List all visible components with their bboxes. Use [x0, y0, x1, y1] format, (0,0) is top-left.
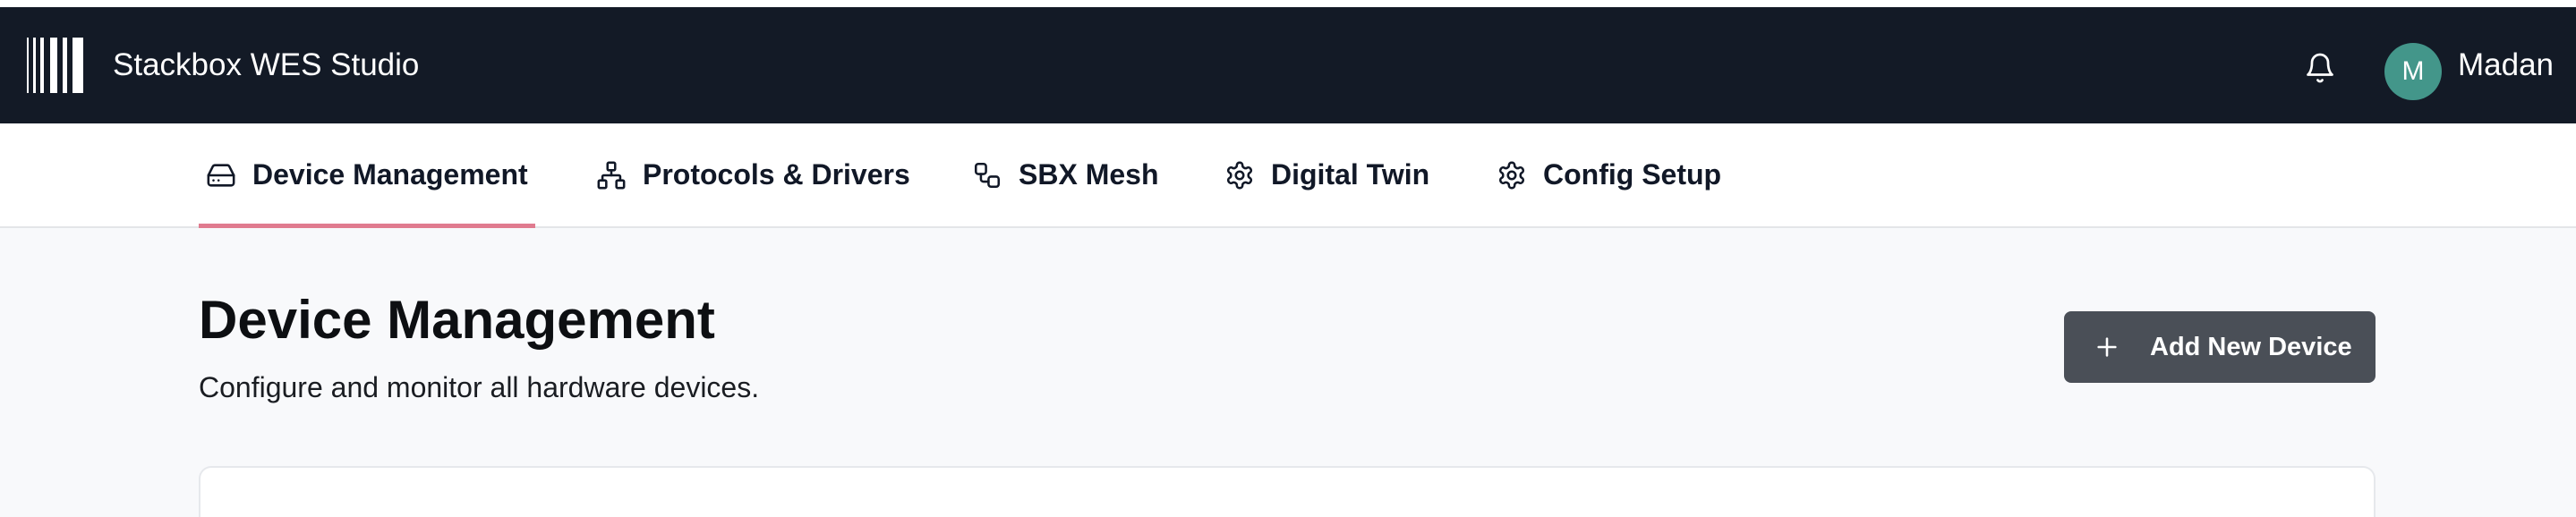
app-title: Stackbox WES Studio — [113, 47, 420, 82]
tab-device-management[interactable]: Device Management — [199, 123, 535, 228]
tab-config-setup[interactable]: Config Setup — [1497, 123, 1721, 226]
workflow-icon — [974, 162, 1001, 188]
tab-label: SBX Mesh — [1019, 158, 1159, 191]
tab-digital-twin[interactable]: Digital Twin — [1224, 123, 1429, 226]
tab-label: Device Management — [252, 158, 528, 191]
add-button-label: Add New Device — [2150, 332, 2352, 361]
barcode-logo-icon[interactable] — [27, 38, 84, 93]
add-new-device-button[interactable]: Add New Device — [2064, 311, 2376, 383]
gear-icon — [1498, 161, 1525, 189]
page-subtitle: Configure and monitor all hardware devic… — [199, 371, 760, 403]
top-navigation-bar: Stackbox WES Studio M Madan — [0, 7, 2576, 123]
page-title: Device Management — [199, 290, 715, 350]
main-tabs: Device Management Protocols & Drivers SB… — [0, 123, 2576, 228]
user-avatar[interactable]: M — [2384, 43, 2442, 100]
main-content: Device Management Configure and monitor … — [0, 228, 2576, 517]
hard-drive-icon — [207, 163, 235, 187]
tab-label: Protocols & Drivers — [643, 158, 910, 191]
tab-label: Config Setup — [1543, 158, 1722, 191]
gear-icon — [1226, 161, 1253, 189]
tab-protocols-drivers[interactable]: Protocols & Drivers — [596, 123, 910, 226]
devices-panel — [199, 466, 2376, 517]
plus-icon — [2097, 337, 2117, 357]
tab-sbx-mesh[interactable]: SBX Mesh — [972, 123, 1158, 226]
tab-label: Digital Twin — [1271, 158, 1430, 191]
network-icon — [597, 161, 626, 189]
bell-icon[interactable] — [2304, 52, 2336, 84]
user-name[interactable]: Madan — [2458, 7, 2554, 123]
